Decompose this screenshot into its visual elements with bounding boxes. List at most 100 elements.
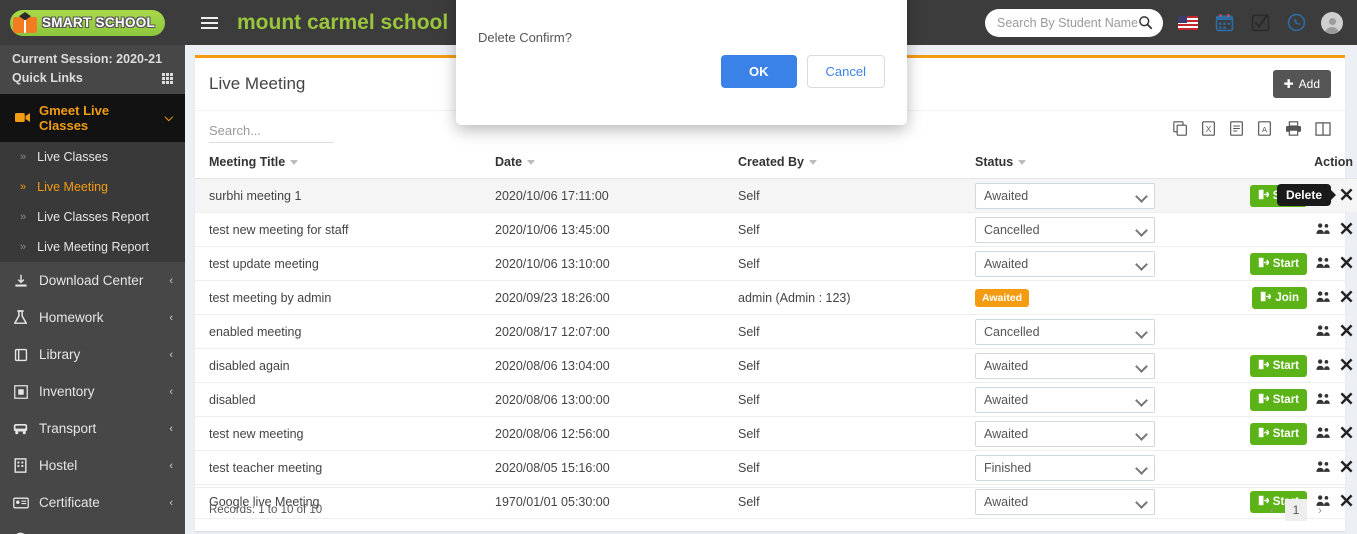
status-select-wrapper[interactable]: AwaitedCancelledFinished xyxy=(975,386,1155,413)
sidebar-item-library[interactable]: Library ‹ xyxy=(0,336,185,373)
table-row[interactable]: test new meeting 2020/08/06 12:56:00 Self A… xyxy=(195,416,1357,451)
status-select-wrapper[interactable]: AwaitedCancelledFinished xyxy=(975,352,1155,379)
delete-icon[interactable] xyxy=(1340,460,1353,476)
start-button[interactable]: Start xyxy=(1249,422,1307,445)
participants-icon[interactable] xyxy=(1316,358,1331,374)
cell-status: AwaitedCancelledFinished xyxy=(975,212,1250,247)
flask-icon xyxy=(12,310,29,325)
sidebar-item-transport[interactable]: Transport ‹ xyxy=(0,410,185,447)
cell-created-by: admin (Admin : 123) xyxy=(738,280,975,315)
sidebar-item-live-classes[interactable]: » Live Classes xyxy=(0,142,185,172)
status-select-wrapper[interactable]: AwaitedCancelledFinished xyxy=(975,250,1155,277)
sidebar-item-live-meeting[interactable]: » Live Meeting xyxy=(0,172,185,202)
add-button[interactable]: ✚ Add xyxy=(1272,70,1331,98)
start-button[interactable]: Start xyxy=(1249,252,1307,275)
delete-icon[interactable] xyxy=(1340,290,1353,306)
status-select[interactable]: AwaitedCancelledFinished xyxy=(975,420,1155,447)
user-avatar-icon[interactable] xyxy=(1321,11,1343,34)
table-row[interactable]: test meeting by admin 2020/09/23 18:26:00… xyxy=(195,280,1357,315)
student-search-box[interactable] xyxy=(985,8,1163,37)
modal-ok-button[interactable]: OK xyxy=(721,55,797,88)
participants-icon[interactable] xyxy=(1316,392,1331,408)
table-row[interactable]: surbhi meeting 1 2020/10/06 17:11:00 Self A… xyxy=(195,178,1357,213)
delete-icon[interactable] xyxy=(1340,324,1353,340)
sidebar-item-live-meeting-report[interactable]: » Live Meeting Report xyxy=(0,232,185,262)
modal-cancel-button[interactable]: Cancel xyxy=(806,55,885,88)
status-select-wrapper[interactable]: AwaitedCancelledFinished xyxy=(975,318,1155,345)
sidebar-item-download-center[interactable]: Download Center ‹ xyxy=(0,262,185,299)
cell-meeting-title: enabled meeting xyxy=(195,314,495,349)
delete-icon[interactable] xyxy=(1340,222,1353,238)
table-row[interactable]: disabled again 2020/08/06 13:04:00 Self Awa… xyxy=(195,348,1357,383)
join-button[interactable]: Join xyxy=(1252,286,1307,309)
status-select[interactable]: AwaitedCancelledFinished xyxy=(975,352,1155,379)
cell-created-by: Self xyxy=(738,314,975,349)
sidebar-item-hostel[interactable]: Hostel ‹ xyxy=(0,447,185,484)
delete-icon[interactable] xyxy=(1340,426,1353,442)
pagination-next[interactable]: › xyxy=(1309,499,1331,521)
status-select-wrapper[interactable]: AwaitedCancelledFinished xyxy=(975,216,1155,243)
sidebar-item-inventory[interactable]: Inventory ‹ xyxy=(0,373,185,410)
status-select[interactable]: AwaitedCancelledFinished xyxy=(975,216,1155,243)
sidebar-item-label: Library xyxy=(39,347,81,362)
cell-action: Join xyxy=(1250,280,1357,315)
logo-area[interactable]: SMART SCHOOL xyxy=(0,0,185,45)
table-body: surbhi meeting 1 2020/10/06 17:11:00 Self A… xyxy=(195,178,1357,519)
status-select-wrapper[interactable]: AwaitedCancelledFinished xyxy=(975,420,1155,447)
column-header-created-by[interactable]: Created By xyxy=(738,147,975,179)
excel-export-icon[interactable]: X xyxy=(1201,121,1216,141)
table-row[interactable]: test teacher meeting 2020/08/05 15:16:00 S… xyxy=(195,450,1357,485)
column-header-status[interactable]: Status xyxy=(975,147,1250,179)
delete-icon[interactable] xyxy=(1340,358,1353,374)
table-row[interactable]: test update meeting 2020/10/06 13:10:00 Se… xyxy=(195,246,1357,281)
sidebar-item-certificate[interactable]: Certificate ‹ xyxy=(0,484,185,521)
pagination-prev[interactable]: ‹ xyxy=(1261,499,1283,521)
task-check-icon[interactable] xyxy=(1249,12,1271,34)
status-select[interactable]: AwaitedCancelledFinished xyxy=(975,454,1155,481)
status-select-wrapper[interactable]: AwaitedCancelledFinished xyxy=(975,454,1155,481)
sidebar-item-live-classes-report[interactable]: » Live Classes Report xyxy=(0,202,185,232)
delete-icon[interactable] xyxy=(1340,256,1353,272)
csv-export-icon[interactable] xyxy=(1229,121,1244,141)
pdf-export-icon[interactable]: A xyxy=(1257,121,1272,141)
table-search-input[interactable] xyxy=(209,121,334,143)
sidebar-item-front-cms[interactable]: Front CMS ‹ xyxy=(0,521,185,534)
status-select[interactable]: AwaitedCancelledFinished xyxy=(975,182,1155,209)
table-row[interactable]: disabled2020/08/06 13:00:00SelfAwaitedCa… xyxy=(195,382,1357,417)
flag-us-icon[interactable] xyxy=(1177,12,1199,34)
status-select-wrapper[interactable]: AwaitedCancelledFinished xyxy=(975,182,1155,209)
participants-icon[interactable] xyxy=(1316,460,1331,476)
whatsapp-icon[interactable] xyxy=(1285,12,1307,34)
participants-icon[interactable] xyxy=(1316,222,1331,238)
grid-icon[interactable] xyxy=(162,72,173,84)
column-header-date[interactable]: Date xyxy=(495,147,738,179)
start-button[interactable]: Start xyxy=(1249,354,1307,377)
participants-icon[interactable] xyxy=(1316,426,1331,442)
participants-icon[interactable] xyxy=(1316,290,1331,306)
hamburger-icon[interactable] xyxy=(189,0,229,45)
search-icon[interactable] xyxy=(1138,15,1153,30)
chevron-down-icon[interactable]: ⌵ xyxy=(165,112,173,125)
delete-icon[interactable] xyxy=(1340,188,1353,204)
column-visibility-icon[interactable] xyxy=(1315,121,1331,141)
app-logo[interactable]: SMART SCHOOL xyxy=(10,9,166,36)
sidebar-item-homework[interactable]: Homework ‹ xyxy=(0,299,185,336)
participants-icon[interactable] xyxy=(1316,256,1331,272)
column-label: Status xyxy=(975,155,1014,169)
calendar-icon[interactable] xyxy=(1213,12,1235,34)
column-header-meeting-title[interactable]: Meeting Title xyxy=(195,147,495,179)
status-select[interactable]: AwaitedCancelledFinished xyxy=(975,386,1155,413)
table-row[interactable]: test new meeting for staff 2020/10/06 13:… xyxy=(195,212,1357,247)
search-input[interactable] xyxy=(997,15,1138,30)
sidebar-item-gmeet-live-classes[interactable]: Gmeet Live Classes ⌵ xyxy=(0,94,185,142)
table-row[interactable]: enabled meeting2020/08/17 12:07:00SelfAw… xyxy=(195,314,1357,349)
pagination-page-1[interactable]: 1 xyxy=(1285,498,1307,521)
print-icon[interactable] xyxy=(1285,121,1302,141)
start-button[interactable]: Start xyxy=(1249,388,1307,411)
delete-icon[interactable] xyxy=(1340,392,1353,408)
copy-icon[interactable] xyxy=(1173,121,1188,141)
participants-icon[interactable] xyxy=(1316,324,1331,340)
status-select[interactable]: AwaitedCancelledFinished xyxy=(975,250,1155,277)
quick-links-item[interactable]: Quick Links xyxy=(0,68,185,94)
status-select[interactable]: AwaitedCancelledFinished xyxy=(975,318,1155,345)
